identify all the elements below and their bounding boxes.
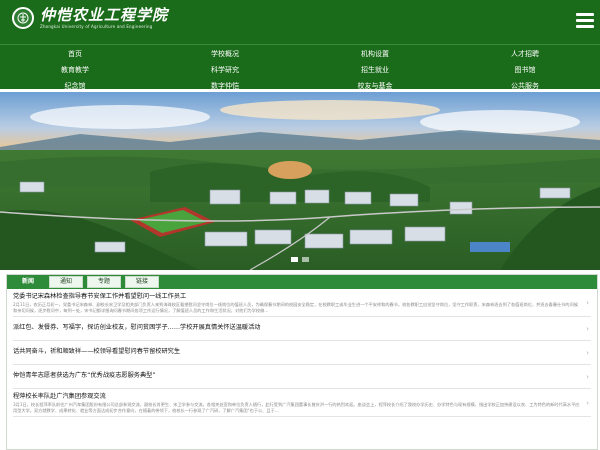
news-item[interactable]: 程萍校长率队赴广汽集团参观交流 3月1日，校长程萍率队前往广州汽车集团股份有限公… xyxy=(13,389,591,417)
chevron-right-icon: › xyxy=(586,372,589,381)
nav-item-home[interactable]: 首页 xyxy=(0,48,150,61)
school-seal-icon xyxy=(12,7,34,29)
top-header: 仲恺农业工程学院 Zhongkai University of Agricult… xyxy=(0,0,600,44)
chevron-right-icon: › xyxy=(586,298,589,307)
nav-item-library[interactable]: 图书馆 xyxy=(450,64,600,77)
chevron-right-icon: › xyxy=(586,398,589,407)
news-list: 党委书记宋森林检查指导春节安保工作并看望慰问一线工作员工 2月11日，农历正月初… xyxy=(7,289,597,417)
school-logo[interactable]: 仲恺农业工程学院 Zhongkai University of Agricult… xyxy=(12,7,168,29)
nav-item-overview[interactable]: 学校概况 xyxy=(150,48,300,61)
news-item[interactable]: 党委书记宋森林检查指导春节安保工作并看望慰问一线工作员工 2月11日，农历正月初… xyxy=(13,289,591,317)
news-item[interactable]: 话共同奋斗，祈和顺致祥——校领导看望慰问春节留校研究生 › xyxy=(13,341,591,365)
tab-notices[interactable]: 通知 xyxy=(49,276,84,288)
slide-indicator-2[interactable] xyxy=(302,257,309,262)
chevron-right-icon: › xyxy=(586,348,589,357)
nav-item-research[interactable]: 科学研究 xyxy=(150,64,300,77)
slide-indicator-1[interactable] xyxy=(291,257,298,262)
tab-links[interactable]: 链接 xyxy=(125,276,160,288)
news-item[interactable]: 仲恺青年志愿者获选为广东“优秀战疫志愿服务典型” › xyxy=(13,365,591,389)
campus-aerial-image xyxy=(0,92,600,270)
nav-item-admissions[interactable]: 招生就业 xyxy=(300,64,450,77)
news-summary: 3月1日，校长程萍率队前往广州汽车集团股份有限公司总部参观交流，副校长肖更生、宋… xyxy=(13,402,580,413)
main-navigation: 首页 学校概况 机构设置 人才招聘 教育教学 科学研究 招生就业 图书馆 纪念馆… xyxy=(0,44,600,90)
nav-item-education[interactable]: 教育教学 xyxy=(0,64,150,77)
nav-item-organization[interactable]: 机构设置 xyxy=(300,48,450,61)
news-summary: 2月11日，农历正月初一，党委书记宋森林、副校长宋卫学及相关部门负责人来到海珠校… xyxy=(13,302,578,313)
tab-news[interactable]: 新闻 xyxy=(11,276,46,288)
news-title: 仲恺青年志愿者获选为广东“优秀战疫志愿服务典型” xyxy=(13,372,156,379)
news-title: 话共同奋斗，祈和顺致祥——校领导看望慰问春节留校研究生 xyxy=(13,348,181,355)
nav-item-recruitment[interactable]: 人才招聘 xyxy=(450,48,600,61)
chevron-right-icon: › xyxy=(586,324,589,333)
nav-row-2: 教育教学 科学研究 招生就业 图书馆 xyxy=(0,64,600,77)
news-title: 程萍校长率队赴广汽集团参观交流 xyxy=(13,393,106,400)
hamburger-menu-icon[interactable] xyxy=(576,13,594,29)
news-panel: 新闻 通知 专题 链接 党委书记宋森林检查指导春节安保工作并看望慰问一线工作员工… xyxy=(6,274,598,450)
campus-banner-slideshow[interactable] xyxy=(0,92,600,270)
logo-chinese-name: 仲恺农业工程学院 xyxy=(40,6,169,24)
nav-row-1: 首页 学校概况 机构设置 人才招聘 xyxy=(0,48,600,61)
tab-topics[interactable]: 专题 xyxy=(87,276,122,288)
logo-text: 仲恺农业工程学院 Zhongkai University of Agricult… xyxy=(40,6,169,30)
news-tabs: 新闻 通知 专题 链接 xyxy=(7,275,597,289)
news-title: 派红包、发餐券、写福字，探访创业校友，慰问贫困学子……学校开展真情关怀送温暖活动 xyxy=(13,324,261,331)
news-title: 党委书记宋森林检查指导春节安保工作并看望慰问一线工作员工 xyxy=(13,293,187,300)
logo-english-name: Zhongkai University of Agriculture and E… xyxy=(40,24,153,29)
news-item[interactable]: 派红包、发餐券、写福字，探访创业校友，慰问贫困学子……学校开展真情关怀送温暖活动… xyxy=(13,317,591,341)
slideshow-indicators xyxy=(0,257,600,262)
